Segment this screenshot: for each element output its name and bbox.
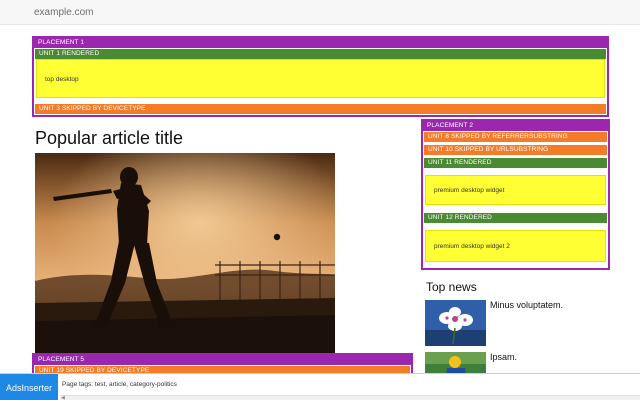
ad-unit-8: UNIT 8 SKIPPED BY REFERRERSUBSTRING <box>424 132 607 143</box>
top-news-heading: Top news <box>426 280 477 294</box>
ad-content-text: premium desktop widget 2 <box>434 243 510 250</box>
scroll-left-icon[interactable]: ◀ <box>61 395 65 400</box>
placement-label: PLACEMENT 1 <box>38 39 85 46</box>
unit-label: UNIT 10 SKIPPED BY URLSUBSTRING <box>428 146 549 153</box>
placement-header: PLACEMENT 5 <box>34 355 411 365</box>
unit-header: UNIT 10 SKIPPED BY URLSUBSTRING <box>424 145 607 155</box>
page: example.com PLACEMENT 1 UNIT 1 RENDERED … <box>0 0 640 400</box>
ad-content-text: top desktop <box>45 76 79 83</box>
debug-toolbar: AdsInserter Page tags: test, article, ca… <box>0 373 640 400</box>
page-title: Popular article title <box>35 128 184 148</box>
placement-label: PLACEMENT 2 <box>427 122 474 129</box>
news-headline[interactable]: Ipsam. <box>490 352 517 362</box>
adsinserter-button[interactable]: AdsInserter <box>0 374 58 400</box>
ad-content[interactable]: premium desktop widget <box>425 175 606 205</box>
cricket-batsman-image <box>35 153 335 353</box>
unit-label: UNIT 1 RENDERED <box>39 50 100 57</box>
placement-label: PLACEMENT 5 <box>38 356 85 363</box>
ad-unit-10: UNIT 10 SKIPPED BY URLSUBSTRING <box>424 145 607 156</box>
unit-label: UNIT 3 SKIPPED BY DEVICETYPE <box>39 105 146 112</box>
ad-unit-1: UNIT 1 RENDERED top desktop <box>35 49 606 102</box>
ad-content[interactable]: premium desktop widget 2 <box>425 230 606 262</box>
orchid-image <box>425 300 486 346</box>
placement-2: PLACEMENT 2 UNIT 8 SKIPPED BY REFERRERSU… <box>421 119 610 270</box>
ad-unit-12: UNIT 12 RENDERED premium desktop widget … <box>424 213 607 267</box>
unit-header: UNIT 11 RENDERED <box>424 158 607 168</box>
unit-header: UNIT 3 SKIPPED BY DEVICETYPE <box>35 104 606 114</box>
unit-label: UNIT 11 RENDERED <box>428 159 492 166</box>
site-url[interactable]: example.com <box>34 7 93 18</box>
placement-1: PLACEMENT 1 UNIT 1 RENDERED top desktop … <box>32 36 609 117</box>
unit-header: UNIT 1 RENDERED <box>35 49 606 59</box>
unit-label: UNIT 8 SKIPPED BY REFERRERSUBSTRING <box>428 133 568 140</box>
news-thumbnail[interactable] <box>425 300 486 346</box>
unit-header: UNIT 8 SKIPPED BY REFERRERSUBSTRING <box>424 132 607 142</box>
horizontal-scrollbar[interactable]: ◀ <box>60 395 640 400</box>
top-bar: example.com <box>0 0 640 25</box>
ad-unit-3: UNIT 3 SKIPPED BY DEVICETYPE <box>35 104 606 115</box>
news-headline[interactable]: Minus voluptatem. <box>490 300 563 310</box>
ad-content[interactable]: top desktop <box>36 59 605 98</box>
placement-header: PLACEMENT 1 <box>34 38 607 48</box>
article-image <box>35 153 335 353</box>
unit-label: UNIT 12 RENDERED <box>428 214 492 221</box>
ad-unit-11: UNIT 11 RENDERED premium desktop widget <box>424 158 607 210</box>
ad-content-text: premium desktop widget <box>434 187 505 194</box>
unit-header: UNIT 12 RENDERED <box>424 213 607 223</box>
placement-header: PLACEMENT 2 <box>423 121 608 131</box>
page-tags: Page tags: test, article, category-polit… <box>62 381 177 388</box>
